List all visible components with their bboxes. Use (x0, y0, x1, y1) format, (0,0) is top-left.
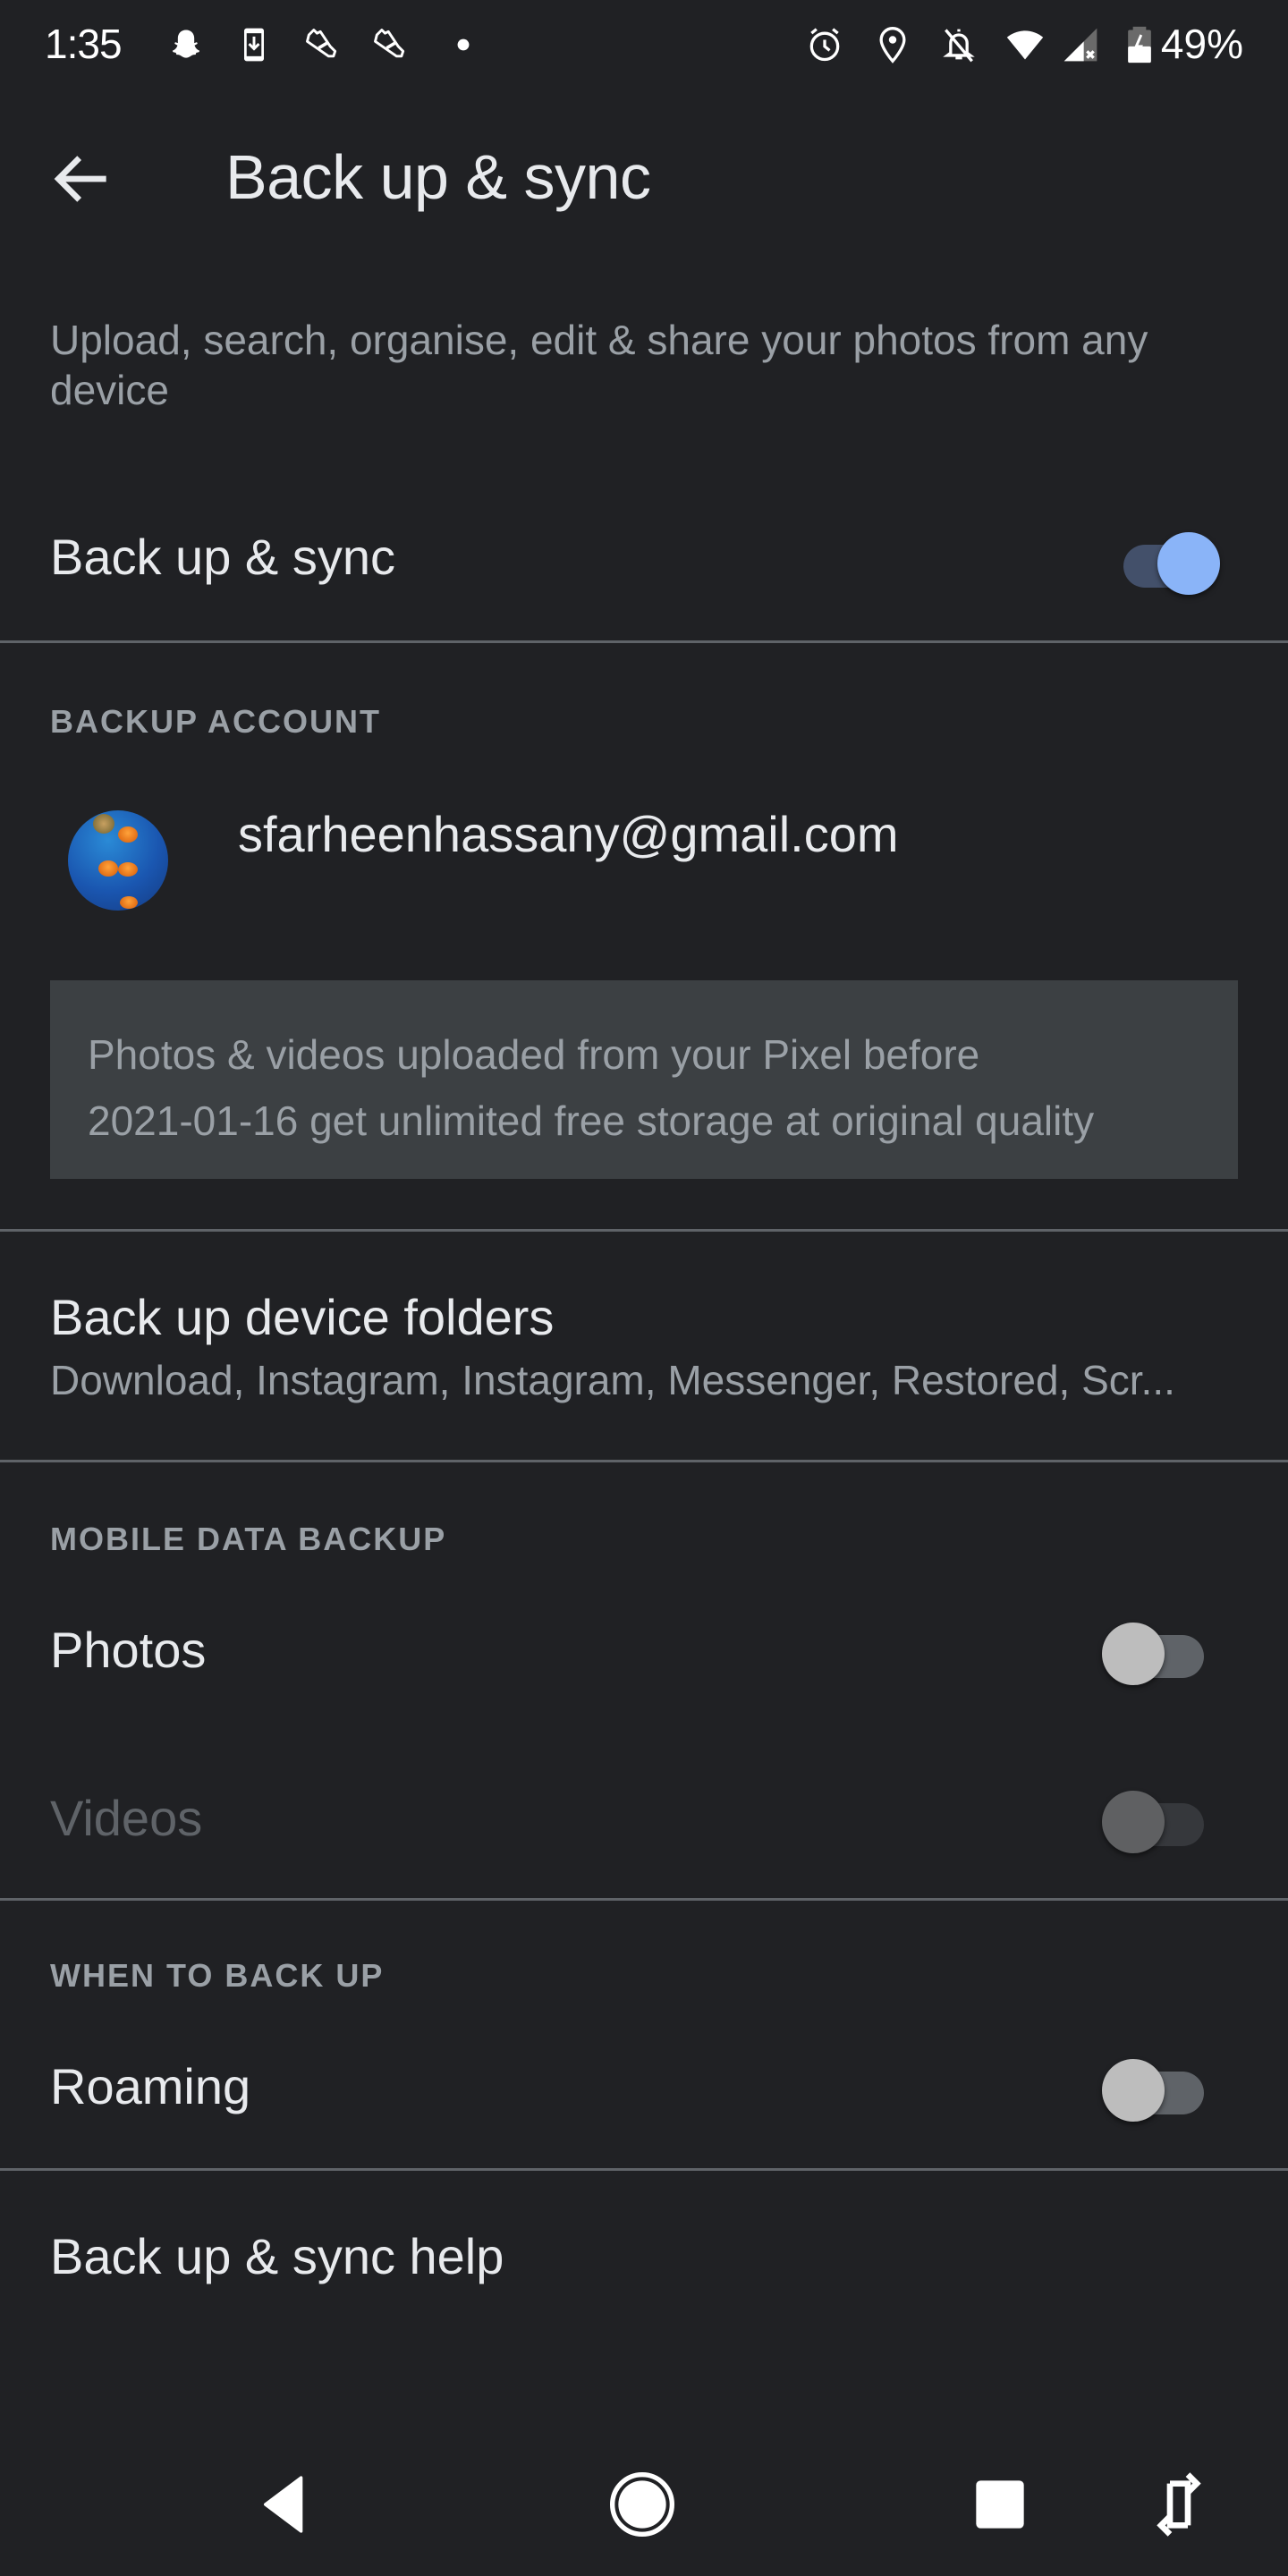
toggle-thumb (1102, 1791, 1165, 1853)
location-icon (879, 27, 906, 64)
wifi-icon (1006, 30, 1044, 60)
alarm-icon (809, 28, 840, 62)
recents-square-icon[interactable] (964, 2469, 1036, 2540)
rotate-icon[interactable] (1143, 2469, 1215, 2540)
sneaker-icon (374, 29, 405, 58)
download-phone-icon (244, 28, 264, 62)
avatar-detail (120, 896, 138, 909)
roaming-label: Roaming (50, 2058, 251, 2114)
back-triangle-icon[interactable] (250, 2469, 322, 2540)
storage-info-box: Photos & videos uploaded from your Pixel… (50, 980, 1238, 1179)
notifications-off-icon (943, 29, 975, 63)
status-time: 1:35 (45, 21, 123, 67)
battery-charging-icon (1128, 26, 1151, 64)
toggle-thumb (1157, 532, 1220, 595)
section-header-when-to-back-up: WHEN TO BACK UP (50, 1957, 385, 1994)
roaming-toggle[interactable] (1093, 2050, 1209, 2122)
sneaker-icon (306, 29, 337, 58)
mobile-videos-row: Videos (0, 1760, 1288, 1877)
photos-toggle[interactable] (1093, 1614, 1209, 1685)
avatar-detail (118, 862, 138, 877)
avatar-detail (98, 860, 118, 877)
page-description: Upload, search, organise, edit & share y… (50, 317, 1148, 413)
avatar (68, 810, 168, 911)
videos-toggle (1093, 1782, 1209, 1853)
device-folders-summary: Download, Instagram, Instagram, Messenge… (50, 1357, 1175, 1403)
videos-label: Videos (50, 1790, 203, 1846)
arrow-back-icon[interactable] (47, 143, 118, 215)
battery-percentage: 49% (1160, 21, 1243, 67)
toggle-thumb (1102, 2059, 1165, 2122)
snapchat-icon (172, 30, 200, 58)
divider (0, 640, 1288, 643)
section-header-backup-account: BACKUP ACCOUNT (50, 703, 381, 740)
avatar-detail (93, 814, 114, 834)
info-line-2: 2021-01-16 get unlimited free storage at… (88, 1097, 1095, 1144)
divider (0, 1460, 1288, 1462)
divider (0, 1898, 1288, 1901)
backup-device-folders-row[interactable]: Back up device folders Download, Instagr… (0, 1252, 1288, 1458)
section-header-mobile-data-backup: MOBILE DATA BACKUP (50, 1521, 447, 1557)
help-label: Back up & sync help (50, 2228, 504, 2284)
avatar-detail (118, 826, 138, 843)
roaming-row[interactable]: Roaming (0, 2029, 1288, 2145)
home-circle-icon[interactable] (606, 2469, 678, 2540)
account-email: sfarheenhassany@gmail.com (238, 806, 899, 862)
backup-sync-help-row[interactable]: Back up & sync help (0, 2182, 1288, 2334)
page-title: Back up & sync (225, 142, 651, 212)
navigation-bar (0, 2433, 1288, 2576)
mobile-photos-row[interactable]: Photos (0, 1592, 1288, 1708)
backup-sync-toggle[interactable] (1106, 523, 1222, 595)
backup-sync-row[interactable]: Back up & sync (0, 501, 1288, 617)
device-folders-label: Back up device folders (50, 1289, 555, 1345)
divider (0, 2168, 1288, 2171)
cell-signal-no-data-icon (1063, 28, 1097, 62)
info-line-1: Photos & videos uploaded from your Pixel… (88, 1031, 980, 1078)
toggle-thumb (1102, 1623, 1165, 1685)
divider (0, 1229, 1288, 1232)
status-bar: 1:35 49% (0, 0, 1288, 89)
app-bar: Back up & sync (0, 116, 1288, 242)
backup-sync-label: Back up & sync (50, 529, 395, 585)
photos-label: Photos (50, 1622, 207, 1678)
dot-icon (457, 38, 470, 51)
